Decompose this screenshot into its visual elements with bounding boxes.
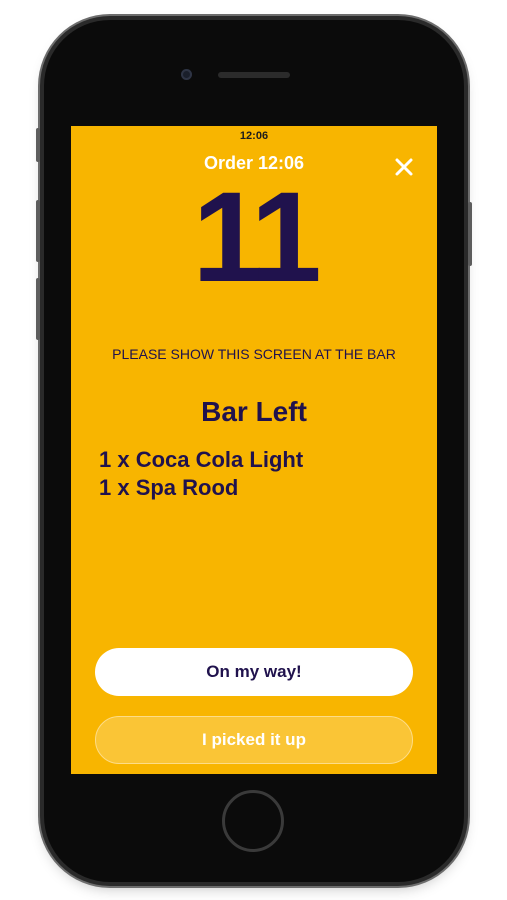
pickup-location: Bar Left [201,396,307,427]
list-item: 1 x Coca Cola Light [99,447,304,472]
order-number: 11 [192,166,321,309]
power-button [468,202,472,266]
list-item: 1 x Spa Rood [99,475,239,500]
home-button[interactable] [222,790,284,852]
order-screen: 12:06 Order 12:06 11 PLEASE SHOW THIS SC… [71,126,437,774]
order-items-list: 1 x Coca Cola Light 1 x Spa Rood [99,446,303,502]
pickup-instruction: PLEASE SHOW THIS SCREEN AT THE BAR [112,346,396,362]
volume-up-button [36,200,40,262]
on-my-way-button[interactable]: On my way! [95,648,413,696]
status-bar-time: 12:06 [239,130,269,142]
front-camera [181,69,192,80]
volume-down-button [36,278,40,340]
picked-up-button[interactable]: I picked it up [95,716,413,764]
silent-switch [36,128,40,162]
earpiece-speaker [218,72,290,78]
